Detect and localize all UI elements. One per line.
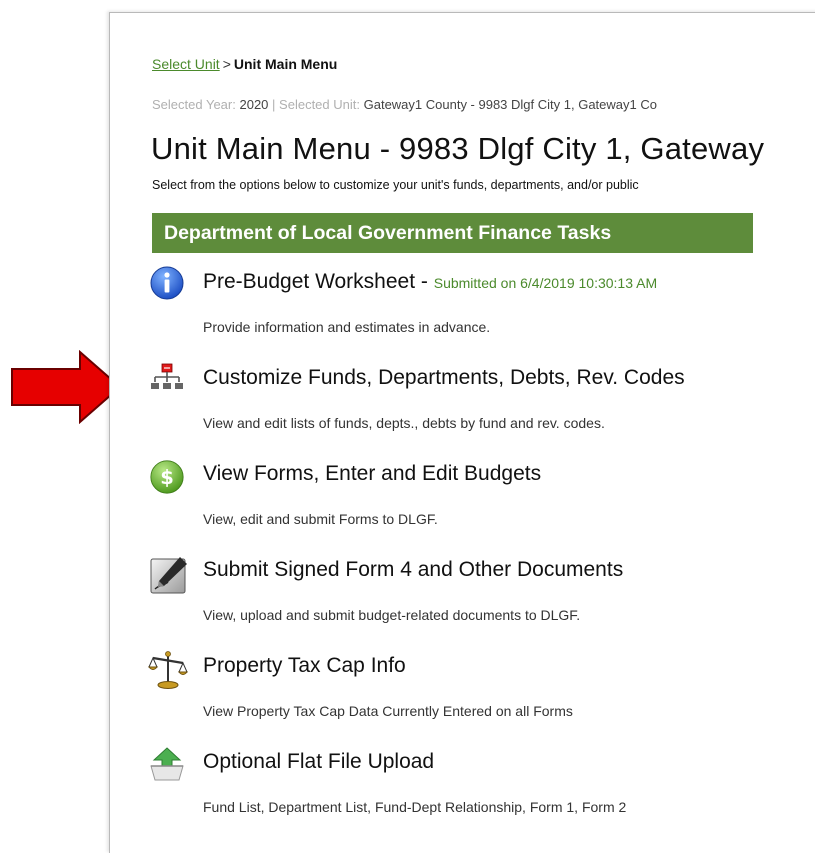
main-panel: Select Unit > Unit Main Menu Selected Year… [109,12,815,853]
section-header: Department of Local Government Finance T… [152,213,753,253]
task-view-forms: $ View Forms, Enter and Edit Budgets Vie… [150,458,815,548]
info-icon[interactable] [150,266,184,300]
task-description: View and edit lists of funds, depts., de… [203,415,605,431]
task-title[interactable]: Submit Signed Form 4 and Other Documents [203,558,623,582]
dollar-icon[interactable]: $ [150,460,184,494]
selection-divider: | [272,97,276,112]
task-description: View, upload and submit budget-related d… [203,607,581,623]
selected-year-label: Selected Year: [152,97,236,112]
task-customize-funds: Customize Funds, Departments, Debts, Rev… [150,362,815,452]
task-title[interactable]: Pre-Budget Worksheet - Submitted on 6/4/… [203,270,657,294]
page-subtitle: Select from the options below to customi… [152,178,639,192]
svg-text:$: $ [160,466,174,489]
task-description: View Property Tax Cap Data Currently Ent… [203,703,573,719]
task-property-tax-cap: Property Tax Cap Info View Property Tax … [148,650,815,740]
task-description: Provide information and estimates in adv… [203,319,491,335]
pen-signature-icon[interactable] [150,556,188,594]
callout-arrow-icon [11,350,122,424]
task-description: Fund List, Department List, Fund-Dept Re… [203,799,627,815]
org-chart-icon[interactable] [150,362,184,396]
task-title[interactable]: Customize Funds, Departments, Debts, Rev… [203,366,685,390]
task-pre-budget-worksheet: Pre-Budget Worksheet - Submitted on 6/4/… [150,266,815,356]
page-title: Unit Main Menu - 9983 Dlgf City 1, Gatew… [151,131,765,166]
selected-unit-label: Selected Unit: [279,97,360,112]
task-title[interactable]: Property Tax Cap Info [203,654,406,678]
breadcrumb-select-unit-link[interactable]: Select Unit [152,56,220,72]
selected-year-value: 2020 [239,97,269,112]
breadcrumb-separator: > [222,56,231,72]
breadcrumb-current: Unit Main Menu [233,56,338,72]
task-title[interactable]: View Forms, Enter and Edit Budgets [203,462,541,486]
upload-box-icon[interactable] [148,746,186,784]
task-status-separator: - [415,270,434,293]
selection-info: Selected Year: 2020 | Selected Unit: Gat… [152,97,657,112]
task-flat-file-upload: Optional Flat File Upload Fund List, Dep… [150,746,815,836]
scales-icon[interactable] [148,650,188,690]
breadcrumb: Select Unit > Unit Main Menu [152,56,337,72]
task-title[interactable]: Optional Flat File Upload [203,750,434,774]
task-submit-signed-form: Submit Signed Form 4 and Other Documents… [150,554,815,644]
task-title-text[interactable]: Pre-Budget Worksheet [203,270,415,293]
selected-unit-value: Gateway1 County - 9983 Dlgf City 1, Gate… [363,97,657,112]
task-description: View, edit and submit Forms to DLGF. [203,511,438,527]
task-status: Submitted on 6/4/2019 10:30:13 AM [433,275,658,291]
